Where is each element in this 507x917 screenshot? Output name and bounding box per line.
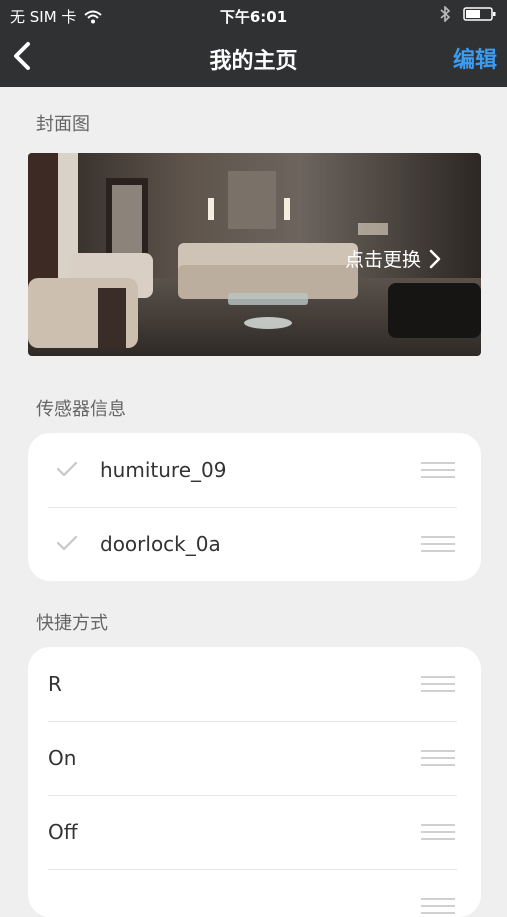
status-right	[439, 5, 497, 23]
chevron-right-icon	[429, 249, 441, 269]
sensor-row[interactable]: humiture_09	[28, 433, 481, 507]
status-time: 下午6:01	[219, 8, 288, 26]
check-icon	[56, 534, 78, 552]
drag-handle-icon[interactable]	[421, 896, 455, 916]
change-cover-link[interactable]: 点击更换	[345, 245, 441, 272]
sensor-list: humiture_09 doorlock_0a	[28, 433, 481, 581]
shortcut-label: R	[48, 672, 62, 696]
sensor-label: doorlock_0a	[100, 532, 221, 556]
cover-image[interactable]: 点击更换	[28, 153, 481, 356]
edit-button[interactable]: 编辑	[453, 42, 497, 74]
battery-icon	[463, 6, 497, 22]
check-icon	[56, 460, 78, 478]
drag-handle-icon[interactable]	[421, 674, 455, 694]
shortcuts-section-label: 快捷方式	[36, 613, 108, 634]
sensor-label: humiture_09	[100, 458, 227, 482]
shortcut-row[interactable]: Off	[28, 795, 481, 869]
drag-handle-icon[interactable]	[421, 460, 455, 480]
shortcut-label: Off	[48, 820, 78, 844]
drag-handle-icon[interactable]	[421, 822, 455, 842]
cover-section-label: 封面图	[36, 114, 90, 135]
shortcut-row[interactable]: On	[28, 721, 481, 795]
shortcut-row[interactable]: R	[28, 647, 481, 721]
drag-handle-icon[interactable]	[421, 748, 455, 768]
bluetooth-icon	[439, 5, 451, 23]
drag-handle-icon[interactable]	[421, 534, 455, 554]
sensors-section-label: 传感器信息	[36, 399, 126, 420]
shortcut-list: R On Off	[28, 647, 481, 917]
sensor-row[interactable]: doorlock_0a	[28, 507, 481, 581]
page-title: 我的主页	[209, 49, 298, 74]
shortcut-label: On	[48, 746, 77, 770]
nav-bar: 我的主页 编辑	[0, 30, 507, 87]
change-cover-label: 点击更换	[344, 249, 421, 271]
status-bar: 无 SIM 卡 下午6:01	[0, 0, 507, 30]
shortcut-row-partial[interactable]	[28, 869, 481, 917]
